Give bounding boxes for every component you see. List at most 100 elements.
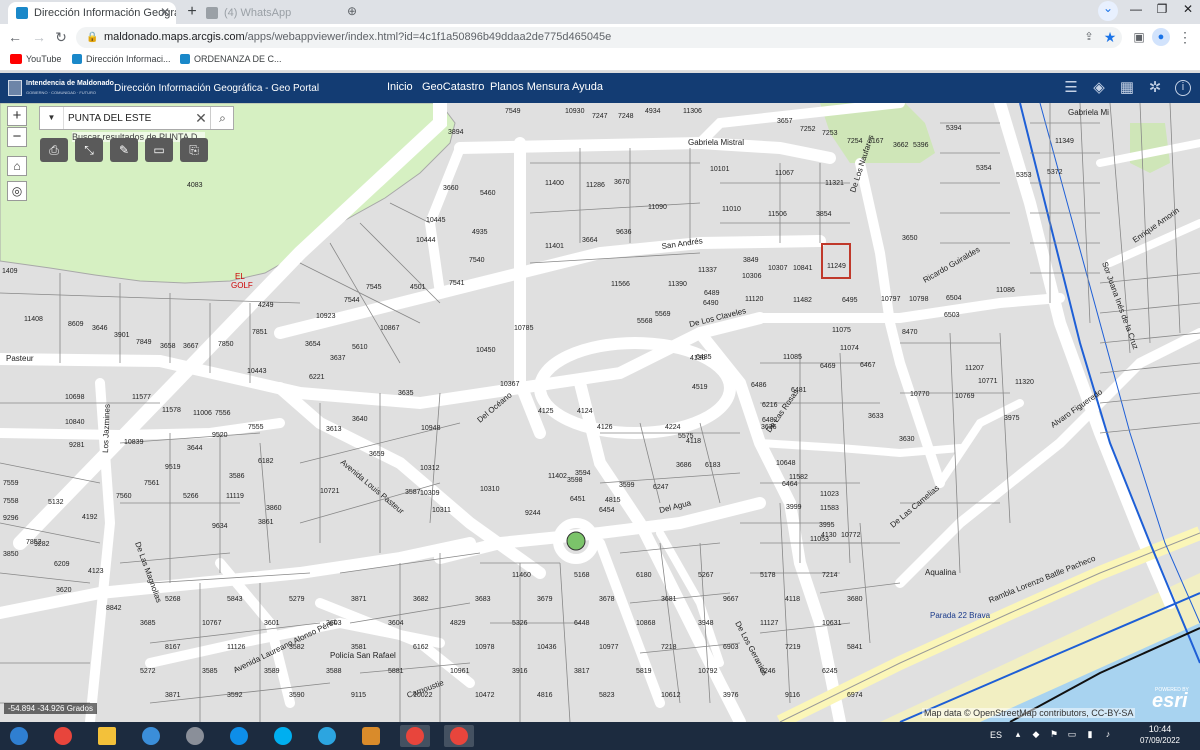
- parcel-number: 11090: [648, 204, 667, 211]
- network-icon[interactable]: ▮: [1084, 729, 1096, 741]
- home-icon[interactable]: ⌂: [7, 156, 27, 176]
- share-page-icon[interactable]: ⇪: [1080, 28, 1098, 46]
- chrome-icon[interactable]: [48, 725, 78, 747]
- layers-icon[interactable]: ◈: [1090, 79, 1108, 97]
- print-icon[interactable]: ⎙: [40, 138, 68, 162]
- parcel-number: 9282: [34, 541, 50, 548]
- select-icon[interactable]: ▭: [145, 138, 173, 162]
- tab-add-icon[interactable]: ⊕: [342, 4, 362, 18]
- start-icon[interactable]: [4, 725, 34, 747]
- parcel-number: 5394: [946, 125, 962, 132]
- bookmark-icon[interactable]: ⎘: [180, 138, 208, 162]
- media-icon[interactable]: [356, 725, 386, 747]
- nav-geocatastro[interactable]: GeoCatastro: [422, 81, 484, 93]
- parcel-number: 7219: [785, 644, 801, 651]
- parcel-number: 3683: [475, 596, 491, 603]
- parcel-number: 10472: [475, 692, 495, 699]
- parcel-number: 10444: [416, 237, 436, 244]
- parcel-number: 4125: [538, 408, 554, 415]
- clear-icon[interactable]: ✕: [192, 107, 210, 129]
- tab-whatsapp[interactable]: (4) WhatsApp: [198, 2, 338, 24]
- parcel-number: 9634: [212, 523, 228, 530]
- search-icon[interactable]: ⌕: [210, 107, 234, 129]
- chevron-down-icon[interactable]: ▼: [40, 107, 64, 129]
- tray-app-icon[interactable]: ◆: [1030, 729, 1042, 741]
- bookmark-label: ORDENANZA DE C...: [194, 54, 282, 64]
- parcel-number: 5843: [227, 596, 243, 603]
- sidepanel-icon[interactable]: ▣: [1130, 28, 1148, 46]
- parcel-number: 5266: [183, 493, 199, 500]
- parcel-number: 6974: [847, 692, 863, 699]
- volume-icon[interactable]: ♪: [1102, 729, 1114, 741]
- window-close-icon[interactable]: ✕: [1176, 2, 1200, 16]
- parcel-number: 3657: [777, 118, 793, 125]
- telegram-icon[interactable]: [312, 725, 342, 747]
- info-icon[interactable]: i: [1175, 80, 1191, 96]
- parcel-number: 5460: [480, 190, 496, 197]
- search-input[interactable]: [68, 109, 204, 127]
- parcel-number: 6216: [762, 402, 778, 409]
- chrome-window-icon[interactable]: [444, 725, 474, 747]
- clock-date: 07/09/2022: [1139, 736, 1181, 745]
- address-bar[interactable]: 🔒 maldonado.maps.arcgis.com/apps/webappv…: [76, 27, 1122, 48]
- list-icon[interactable]: ☰: [1062, 79, 1080, 97]
- parcel-number: 9519: [165, 464, 181, 471]
- maximize-icon[interactable]: ❐: [1150, 2, 1174, 16]
- zoom-out-button[interactable]: −: [7, 127, 27, 147]
- profile-avatar[interactable]: ●: [1152, 28, 1170, 46]
- minimize-icon[interactable]: —: [1124, 2, 1148, 16]
- ie-icon[interactable]: [136, 725, 166, 747]
- explorer-icon[interactable]: [92, 725, 122, 747]
- bookmark-youtube[interactable]: YouTube: [10, 54, 61, 64]
- kebab-menu-icon[interactable]: ⋮: [1176, 28, 1194, 46]
- grid-icon[interactable]: ▦: [1118, 79, 1136, 97]
- share-icon[interactable]: ✲: [1146, 79, 1164, 97]
- nav-ayuda[interactable]: Ayuda: [572, 81, 603, 93]
- parcel-number: 11074: [840, 345, 859, 352]
- back-icon[interactable]: ←: [6, 28, 24, 46]
- zoom-in-button[interactable]: +: [7, 106, 27, 126]
- parcel-number: 10977: [599, 644, 619, 651]
- parcel-number: 11010: [722, 206, 741, 213]
- parcel-number: 11006: [193, 410, 212, 417]
- parcel-number: 3630: [899, 436, 915, 443]
- parcel-number: 5372: [1047, 169, 1063, 176]
- system-clock[interactable]: 10:44 07/09/2022: [1130, 724, 1190, 745]
- parcel-number: 6183: [705, 462, 721, 469]
- tray-icon[interactable]: ▴: [1012, 729, 1024, 741]
- parcel-number: 3871: [351, 596, 367, 603]
- draw-icon[interactable]: ✎: [110, 138, 138, 162]
- chevron-down-icon[interactable]: ⌄: [1098, 1, 1118, 21]
- tab-geoportal[interactable]: Dirección Información Geográfica ✕: [8, 2, 176, 24]
- nav-planos-mensura[interactable]: Planos Mensura: [490, 81, 570, 93]
- parcel-number: 11408: [24, 316, 43, 323]
- battery-icon[interactable]: ▭: [1066, 729, 1078, 741]
- bookmark-ordenanza[interactable]: ORDENANZA DE C...: [180, 54, 282, 64]
- bookmark-direccion[interactable]: Dirección Informaci...: [72, 54, 171, 64]
- reload-icon[interactable]: ↻: [52, 28, 70, 46]
- chrome-window-icon[interactable]: [400, 725, 430, 747]
- browser-toolbar: ← → ↻ 🔒 maldonado.maps.arcgis.com/apps/w…: [0, 24, 1200, 51]
- measure-icon[interactable]: ⤡: [75, 138, 103, 162]
- teamviewer-icon[interactable]: [224, 725, 254, 747]
- nav-inicio[interactable]: Inicio: [387, 81, 413, 93]
- skype-icon[interactable]: [268, 725, 298, 747]
- tool-icon[interactable]: [180, 725, 210, 747]
- flag-icon[interactable]: ⚑: [1048, 729, 1060, 741]
- parcel-number: 7556: [215, 410, 231, 417]
- language-indicator[interactable]: ES: [990, 730, 1002, 740]
- parcel-number: 11400: [545, 180, 564, 187]
- map-view[interactable]: EL GOLF Gabriela Mistral San Andrés De L…: [0, 103, 1200, 722]
- parcel-number: 3590: [289, 692, 305, 699]
- parcel-number: 5279: [289, 596, 305, 603]
- parcel-number: 9116: [785, 692, 800, 699]
- parcel-number: 3976: [723, 692, 739, 699]
- locate-icon[interactable]: ◎: [7, 181, 27, 201]
- parcel-number: 3975: [1004, 415, 1020, 422]
- bookmark-star-icon[interactable]: ★: [1101, 28, 1119, 46]
- close-icon[interactable]: ✕: [160, 5, 170, 19]
- forward-icon[interactable]: →: [30, 28, 48, 46]
- parcel-number: 6490: [703, 300, 719, 307]
- parcel-number: 10312: [420, 465, 440, 472]
- parcel-number: 4130: [690, 355, 706, 362]
